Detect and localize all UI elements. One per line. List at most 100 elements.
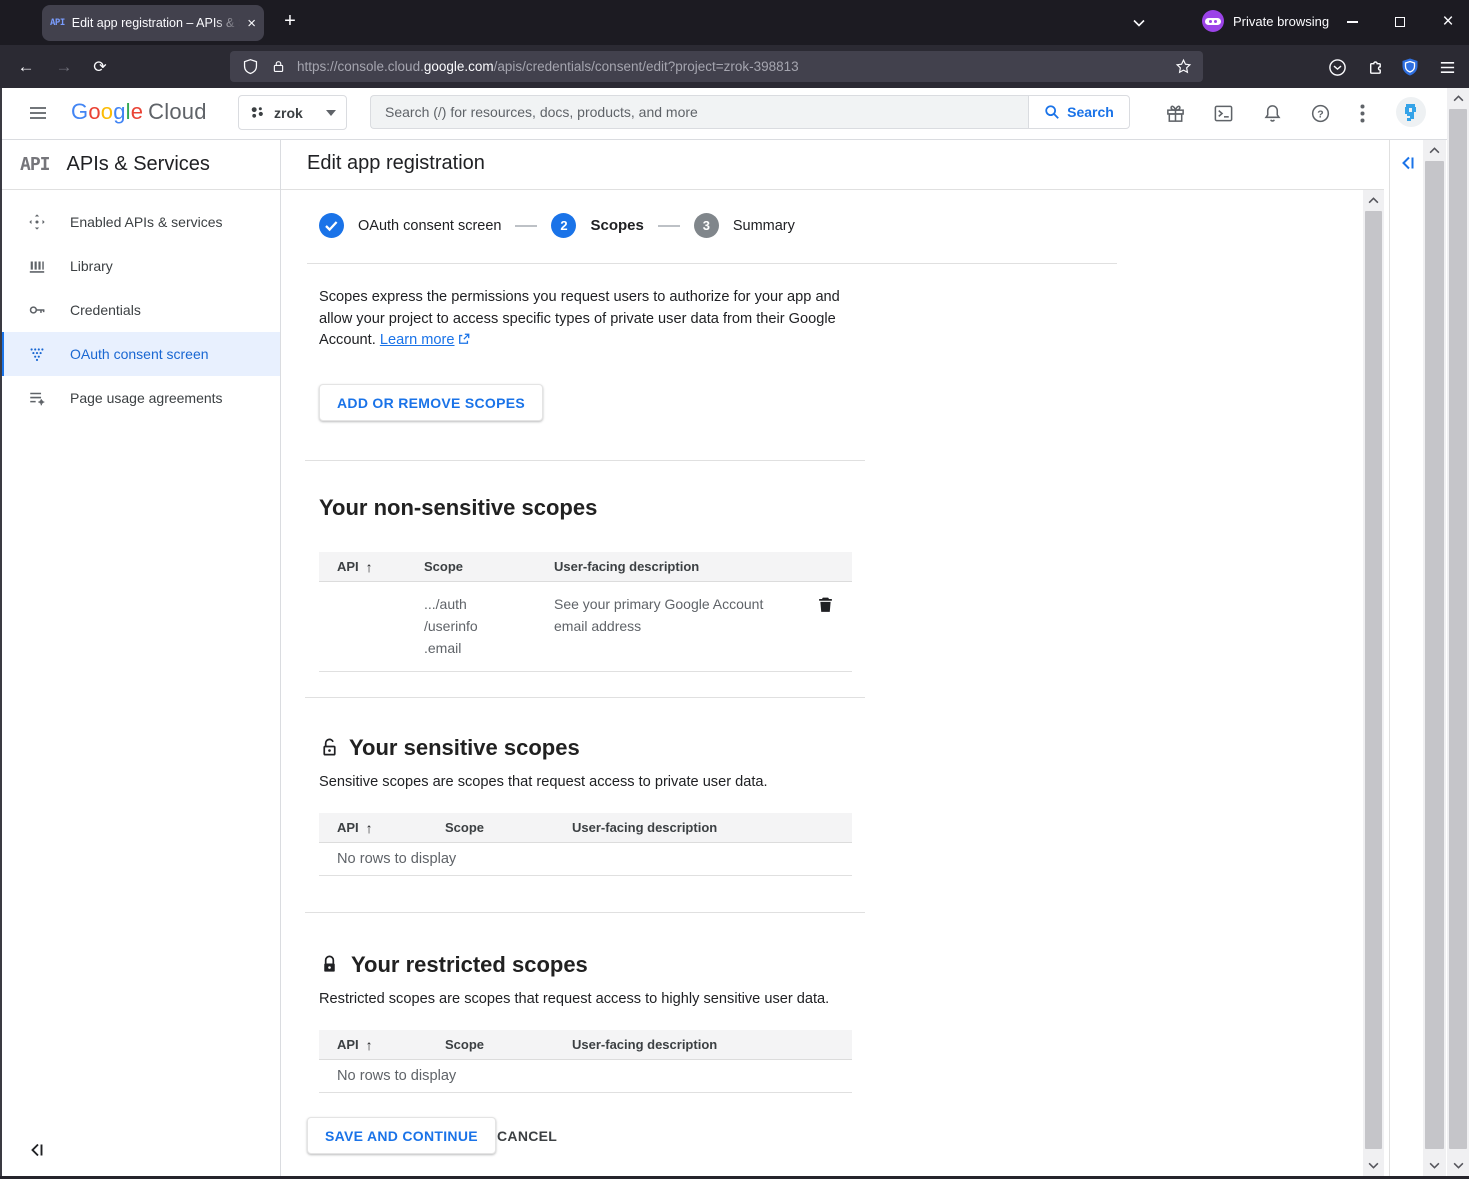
sidebar-item-enabled-apis[interactable]: Enabled APIs & services <box>0 200 280 244</box>
logo-letter: o <box>88 99 100 124</box>
extensions-puzzle-icon[interactable] <box>1361 54 1387 80</box>
content-scrollbar[interactable] <box>1363 190 1384 1177</box>
save-and-continue-button[interactable]: SAVE AND CONTINUE <box>307 1117 496 1154</box>
step-number[interactable]: 2 <box>551 213 576 238</box>
scroll-down-arrow-icon[interactable] <box>1363 1156 1384 1175</box>
column-api[interactable]: API↑ <box>319 820 445 836</box>
step-label[interactable]: OAuth consent screen <box>358 218 501 234</box>
logo-letter: g <box>113 99 125 124</box>
url-bar[interactable]: https://console.cloud.google.com/apis/cr… <box>230 51 1203 82</box>
reload-button[interactable]: ⟳ <box>84 51 116 83</box>
browser-scrollbar[interactable] <box>1447 88 1469 1177</box>
browser-tab[interactable]: API Edit app registration – APIs & Se × <box>42 5 264 41</box>
column-api[interactable]: API↑ <box>319 559 424 575</box>
column-description[interactable]: User-facing description <box>554 559 816 574</box>
scrollbar-thumb[interactable] <box>1449 109 1467 1149</box>
account-avatar[interactable] <box>1396 97 1426 127</box>
sensitive-scopes-table: API↑ Scope User-facing description No ro… <box>319 813 852 876</box>
project-icon <box>249 104 266 121</box>
scroll-down-arrow-icon[interactable] <box>1447 1156 1469 1175</box>
sidebar-header: API APIs & Services <box>0 140 280 190</box>
sidebar-item-label: Page usage agreements <box>70 390 223 406</box>
new-tab-button[interactable]: + <box>276 8 304 36</box>
page-scrollbar[interactable] <box>1423 140 1446 1177</box>
add-or-remove-scopes-button[interactable]: ADD OR REMOVE SCOPES <box>319 384 543 421</box>
divider <box>1389 140 1390 1177</box>
project-selector[interactable]: zrok <box>238 95 347 130</box>
non-sensitive-scopes-table: API↑ Scope User-facing description .../a… <box>319 552 852 672</box>
url-text[interactable]: https://console.cloud.google.com/apis/cr… <box>297 59 1173 74</box>
lock-icon[interactable] <box>268 57 288 77</box>
back-button[interactable]: ← <box>10 51 42 83</box>
window-minimize-button[interactable] <box>1338 8 1366 36</box>
external-link-icon <box>458 333 470 345</box>
tab-close-icon[interactable]: × <box>247 16 256 31</box>
delete-scope-trash-icon[interactable] <box>816 595 836 615</box>
sidebar-item-credentials[interactable]: Credentials <box>0 288 280 332</box>
sidebar-item-label: Credentials <box>70 302 141 318</box>
cell-description: See your primary Google Account email ad… <box>554 593 782 659</box>
sensitive-scopes-subtitle: Sensitive scopes are scopes that request… <box>319 774 768 790</box>
svg-text:?: ? <box>1317 108 1323 120</box>
step-connector <box>515 225 537 227</box>
scrollbar-thumb[interactable] <box>1425 161 1444 1149</box>
collapse-panel-icon[interactable] <box>1397 152 1421 176</box>
column-scope[interactable]: Scope <box>445 1037 572 1052</box>
tracking-protection-shield-icon[interactable] <box>240 57 260 77</box>
window-close-button[interactable]: × <box>1434 8 1462 36</box>
step-label[interactable]: Summary <box>733 218 795 234</box>
scopes-intro-text: Scopes express the permissions you reque… <box>319 287 859 352</box>
gift-icon[interactable] <box>1161 99 1189 127</box>
sidebar-item-page-usage-agreements[interactable]: Page usage agreements <box>0 376 280 420</box>
scroll-up-arrow-icon[interactable] <box>1363 191 1384 210</box>
pocket-icon[interactable] <box>1324 54 1350 80</box>
logo-letter: e <box>131 99 143 124</box>
app-menu-hamburger-icon[interactable] <box>1434 54 1460 80</box>
divider <box>307 263 1117 264</box>
sidebar-item-label: Library <box>70 258 113 274</box>
sort-ascending-icon[interactable]: ↑ <box>366 820 373 836</box>
sidebar: API APIs & Services Enabled APIs & servi… <box>0 140 281 1177</box>
password-manager-shield-icon[interactable] <box>1397 54 1423 80</box>
sidebar-item-oauth-consent-screen[interactable]: OAuth consent screen <box>0 332 280 376</box>
key-icon <box>28 301 46 319</box>
column-description[interactable]: User-facing description <box>572 1037 816 1052</box>
cancel-button[interactable]: CANCEL <box>481 1117 573 1154</box>
column-scope[interactable]: Scope <box>424 559 554 574</box>
list-tabs-chevron-icon[interactable] <box>1126 10 1152 36</box>
restricted-scopes-subtitle: Restricted scopes are scopes that reques… <box>319 991 829 1007</box>
window-edge <box>0 88 2 1179</box>
search-button[interactable]: Search <box>1028 95 1130 129</box>
sort-ascending-icon[interactable]: ↑ <box>366 559 373 575</box>
logo-cloud-label: Cloud <box>148 99 206 124</box>
step-number[interactable]: 3 <box>694 213 719 238</box>
search-button-label: Search <box>1067 104 1114 120</box>
scrollbar-thumb[interactable] <box>1365 211 1382 1149</box>
learn-more-link[interactable]: Learn more <box>380 332 455 348</box>
avatar-pixel-icon <box>1401 102 1421 122</box>
column-api[interactable]: API↑ <box>319 1037 445 1053</box>
apis-product-icon: API <box>20 154 50 175</box>
collapse-sidebar-icon[interactable] <box>26 1139 50 1163</box>
scroll-up-arrow-icon[interactable] <box>1423 141 1446 160</box>
oauth-consent-icon <box>28 345 46 363</box>
notifications-bell-icon[interactable] <box>1258 99 1286 127</box>
logo-letter: G <box>71 99 88 124</box>
window-maximize-button[interactable] <box>1386 8 1414 36</box>
search-input[interactable] <box>370 95 1028 129</box>
gcp-nav-menu-icon[interactable] <box>24 99 52 127</box>
help-icon[interactable]: ? <box>1306 99 1334 127</box>
column-scope[interactable]: Scope <box>445 820 572 835</box>
step-label-active[interactable]: Scopes <box>590 217 643 234</box>
sort-ascending-icon[interactable]: ↑ <box>366 1037 373 1053</box>
bookmark-star-icon[interactable] <box>1173 57 1193 77</box>
cloud-shell-terminal-icon[interactable] <box>1209 99 1237 127</box>
step-done-check-icon[interactable] <box>319 213 344 238</box>
more-options-icon[interactable] <box>1352 99 1372 127</box>
scroll-up-arrow-icon[interactable] <box>1447 89 1469 108</box>
url-path: /apis/credentials/consent/edit?project=z… <box>494 59 799 74</box>
google-cloud-logo[interactable]: GoogleCloud <box>71 99 207 125</box>
sidebar-item-library[interactable]: Library <box>0 244 280 288</box>
column-description[interactable]: User-facing description <box>572 820 816 835</box>
scroll-down-arrow-icon[interactable] <box>1423 1156 1446 1175</box>
